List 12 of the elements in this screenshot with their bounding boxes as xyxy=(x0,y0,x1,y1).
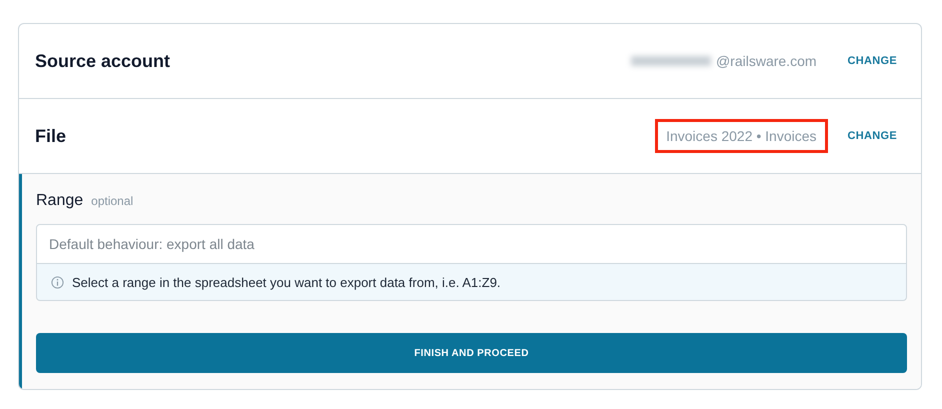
optional-hint: optional xyxy=(91,194,134,208)
section-title: File xyxy=(35,126,66,146)
section-value: Invoices 2022 • Invoices xyxy=(655,119,828,153)
change-link[interactable]: CHANGE xyxy=(848,130,897,142)
section-title: Source account xyxy=(35,50,170,72)
info-text: Select a range in the spreadsheet you want to export data from, i.e. A1:Z9. xyxy=(72,274,501,290)
change-link[interactable]: CHANGE xyxy=(848,55,897,67)
range-input-field[interactable]: Default behaviour: export all data xyxy=(36,224,907,264)
section-value: @railsware.com xyxy=(714,52,818,71)
info-icon xyxy=(51,276,64,288)
range-label: Range xyxy=(36,192,84,210)
finish-button[interactable]: FINISH AND PROCEED xyxy=(36,333,907,373)
